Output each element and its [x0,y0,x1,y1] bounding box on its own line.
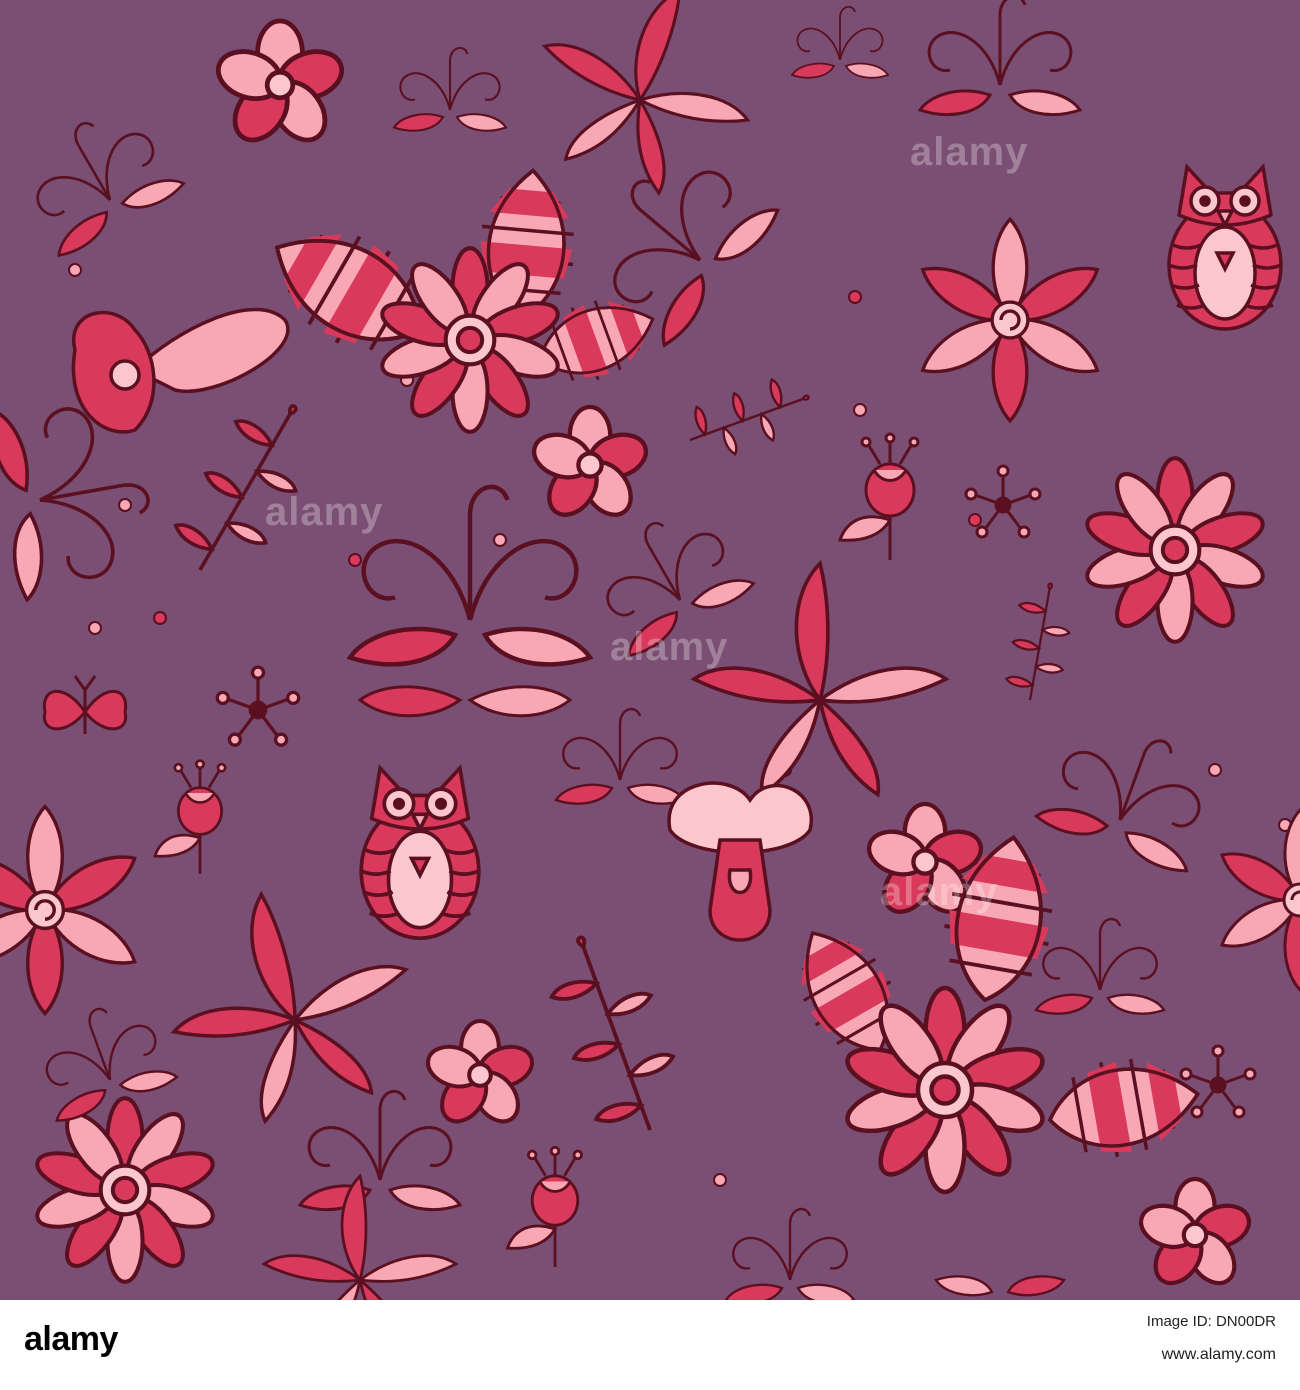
footer-url[interactable]: www.alamy.com [1162,1346,1276,1364]
stock-image-frame: alamy alamy alamy alamy alamy Image ID: … [0,0,1300,1390]
footer-logo-text: alamy [24,1320,118,1358]
floral-owl-pattern [0,0,1300,1300]
stock-footer: alamy Image ID: DN00DR www.alamy.com [0,1300,1300,1390]
image-id: Image ID: DN00DR [1146,1313,1276,1330]
